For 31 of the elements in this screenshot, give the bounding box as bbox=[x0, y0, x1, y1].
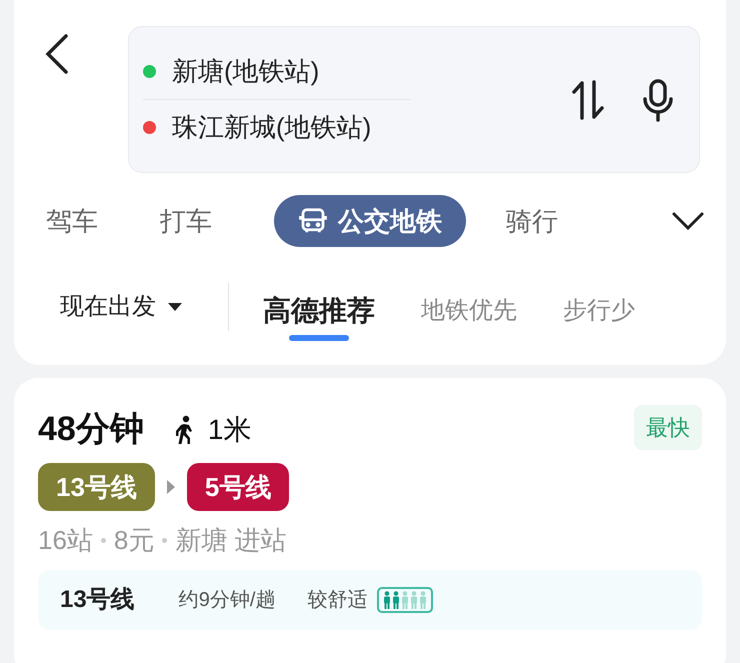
fastest-badge: 最快 bbox=[634, 405, 702, 450]
route-info-text: 8元 bbox=[114, 524, 154, 557]
line-tag: 5号线 bbox=[186, 463, 290, 511]
line-tag: 13号线 bbox=[38, 463, 155, 511]
arrow-icon bbox=[166, 480, 175, 494]
microphone-icon bbox=[641, 78, 675, 122]
caret-icon bbox=[168, 303, 182, 311]
swap-button[interactable] bbox=[571, 80, 605, 120]
stop-field[interactable]: 新塘(地铁站) bbox=[172, 52, 320, 90]
more-modes-button[interactable] bbox=[672, 211, 704, 231]
stop-field[interactable]: 珠江新城(地铁站) bbox=[172, 108, 372, 147]
mode-tab[interactable]: 骑行 bbox=[506, 202, 558, 240]
duration-text: 48分钟 bbox=[38, 409, 144, 450]
comfort-text: 较舒适 bbox=[307, 588, 368, 613]
sort-tab[interactable]: 高德推荐 bbox=[263, 292, 375, 342]
route-info-text: 16站 bbox=[38, 524, 93, 557]
crowding-icon bbox=[377, 587, 434, 613]
microphone-button[interactable] bbox=[641, 78, 675, 122]
depart-time-dropdown[interactable]: 现在出发 bbox=[60, 289, 182, 325]
line-name: 13号线 bbox=[60, 585, 135, 615]
sort-tab[interactable]: 地铁优先 bbox=[421, 295, 517, 339]
mode-tab[interactable]: 公交地铁 bbox=[274, 195, 466, 247]
walk-distance: 1米 bbox=[208, 412, 252, 446]
swap-icon bbox=[571, 80, 605, 120]
chevron-down-icon bbox=[672, 211, 704, 231]
sort-tab[interactable]: 步行少 bbox=[563, 295, 635, 339]
mode-tab[interactable]: 打车 bbox=[160, 202, 212, 240]
route-card[interactable]: 48分钟 1米 最快 13号线 5号线 16站 8元 新塘 进站 13号线 约9分钟/趟 较舒适 bbox=[14, 378, 726, 663]
interval-text: 约9分钟/趟 bbox=[178, 588, 276, 613]
route-info-text: 新塘 进站 bbox=[175, 524, 287, 557]
mode-tab[interactable]: 驾车 bbox=[46, 202, 98, 240]
